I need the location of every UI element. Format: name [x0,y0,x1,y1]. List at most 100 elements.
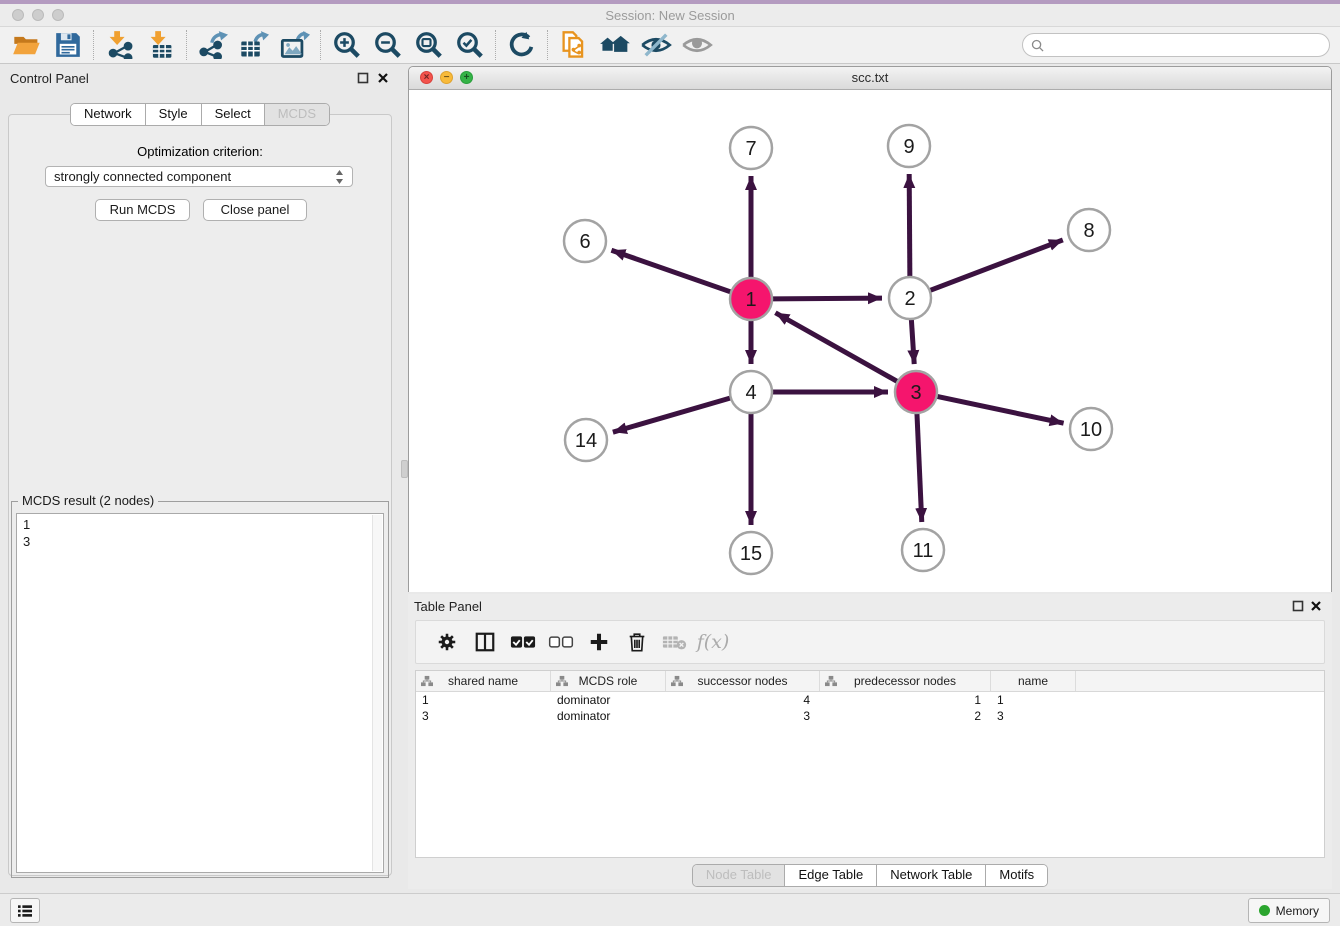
clone-network-icon[interactable] [553,29,594,61]
tab-motifs[interactable]: Motifs [986,865,1047,886]
close-table-panel-icon[interactable] [1310,600,1323,613]
add-row-icon[interactable] [580,627,618,657]
graph-edge-2-8[interactable] [930,240,1063,291]
toolbar-separator [495,30,496,60]
graph-node-6[interactable]: 6 [564,220,606,262]
refresh-view-icon[interactable] [501,29,542,61]
table-row[interactable]: 3 dominator 3 2 3 [416,708,1324,724]
cell-shared-name[interactable]: 3 [416,708,551,724]
graph-edge-1-6[interactable] [611,250,731,292]
network-window-titlebar[interactable]: × − + scc.txt [409,67,1331,90]
graph-node-14[interactable]: 14 [565,419,607,461]
search-input[interactable] [1049,37,1321,53]
result-scrollbar[interactable] [372,515,382,871]
zoom-fit-icon[interactable] [408,29,449,61]
hide-others-icon[interactable] [635,29,676,61]
chevron-updown-icon [335,170,344,184]
cell-mcds-role[interactable]: dominator [551,692,666,708]
close-panel-button[interactable]: Close panel [203,199,307,221]
import-network-icon[interactable] [99,29,140,61]
graph-edge-3-1[interactable] [775,313,897,382]
tab-style[interactable]: Style [146,104,202,125]
mcds-result-list[interactable]: 1 3 [16,513,384,873]
cell-successor-nodes[interactable]: 4 [666,692,820,708]
graph-node-4[interactable]: 4 [730,371,772,413]
memory-button[interactable]: Memory [1248,898,1330,923]
network-canvas[interactable]: 7 9 6 8 1 2 4 3 14 10 15 11 [409,90,1331,592]
deselect-all-icon[interactable] [542,627,580,657]
tab-node-table[interactable]: Node Table [693,865,786,886]
column-header-mcds-role[interactable]: MCDS role [551,671,666,691]
criterion-value: strongly connected component [54,169,335,184]
tab-select[interactable]: Select [202,104,265,125]
graph-node-3[interactable]: 3 [895,371,937,413]
graph-node-8[interactable]: 8 [1068,209,1110,251]
attribute-type-icon [825,675,837,687]
cell-name[interactable]: 3 [991,708,1076,724]
graph-edge-4-14[interactable] [613,398,731,432]
column-header-successor-nodes[interactable]: successor nodes [666,671,820,691]
import-table-icon[interactable] [140,29,181,61]
table-row[interactable]: 1 dominator 4 1 1 [416,692,1324,708]
select-all-icon[interactable] [504,627,542,657]
table-settings-icon[interactable] [428,627,466,657]
graph-edge-2-9[interactable] [909,174,910,277]
graph-node-1[interactable]: 1 [730,278,772,320]
mcds-result-group: MCDS result (2 nodes) 1 3 [11,501,389,878]
cell-predecessor-nodes[interactable]: 2 [820,708,991,724]
float-panel-icon[interactable] [357,72,370,85]
show-columns-icon[interactable] [466,627,504,657]
float-table-panel-icon[interactable] [1292,600,1305,613]
open-session-icon[interactable] [6,29,47,61]
network-window-title: scc.txt [409,70,1331,85]
vertical-splitter[interactable] [400,66,407,880]
save-session-icon[interactable] [47,29,88,61]
attribute-type-icon [421,675,433,687]
criterion-dropdown[interactable]: strongly connected component [45,166,353,187]
zoom-selected-icon[interactable] [449,29,490,61]
graph-edge-3-10[interactable] [937,396,1064,423]
export-table-icon[interactable] [233,29,274,61]
export-network-icon[interactable] [192,29,233,61]
svg-text:10: 10 [1080,419,1102,441]
graph-node-9[interactable]: 9 [888,125,930,167]
graph-edge-2-3[interactable] [911,319,914,364]
zoom-out-icon[interactable] [367,29,408,61]
graph-node-2[interactable]: 2 [889,277,931,319]
close-panel-icon[interactable] [377,72,390,85]
tab-network-table[interactable]: Network Table [877,865,986,886]
delete-row-icon[interactable] [618,627,656,657]
graph-edge-1-2[interactable] [772,298,882,299]
search-field[interactable] [1022,33,1330,57]
cell-name[interactable]: 1 [991,692,1076,708]
cell-predecessor-nodes[interactable]: 1 [820,692,991,708]
graph-edge-3-11[interactable] [917,413,922,522]
export-image-icon[interactable] [274,29,315,61]
result-line: 1 [23,516,377,533]
svg-text:1: 1 [745,289,756,311]
column-header-predecessor-nodes[interactable]: predecessor nodes [820,671,991,691]
cell-successor-nodes[interactable]: 3 [666,708,820,724]
home-view-icon[interactable] [594,29,635,61]
run-mcds-button[interactable]: Run MCDS [95,199,190,221]
tab-mcds[interactable]: MCDS [265,104,329,125]
tab-edge-table[interactable]: Edge Table [785,865,877,886]
network-view-window: × − + scc.txt 7 9 6 8 1 2 4 3 14 10 15 11 [408,66,1332,592]
tab-network[interactable]: Network [71,104,146,125]
control-panel-title: Control Panel [10,71,89,86]
zoom-in-icon[interactable] [326,29,367,61]
column-header-shared-name[interactable]: shared name [416,671,551,691]
graph-node-11[interactable]: 11 [902,529,944,571]
table-header-row: shared name MCDS role successor nodes pr… [416,671,1324,692]
column-header-name[interactable]: name [991,671,1076,691]
graph-node-15[interactable]: 15 [730,532,772,574]
splitter-grip[interactable] [401,460,408,478]
graph-node-7[interactable]: 7 [730,127,772,169]
cell-shared-name[interactable]: 1 [416,692,551,708]
svg-text:6: 6 [579,231,590,253]
show-all-icon[interactable] [676,29,717,61]
cell-mcds-role[interactable]: dominator [551,708,666,724]
svg-text:15: 15 [740,543,762,565]
graph-node-10[interactable]: 10 [1070,408,1112,450]
task-history-button[interactable] [10,898,40,923]
